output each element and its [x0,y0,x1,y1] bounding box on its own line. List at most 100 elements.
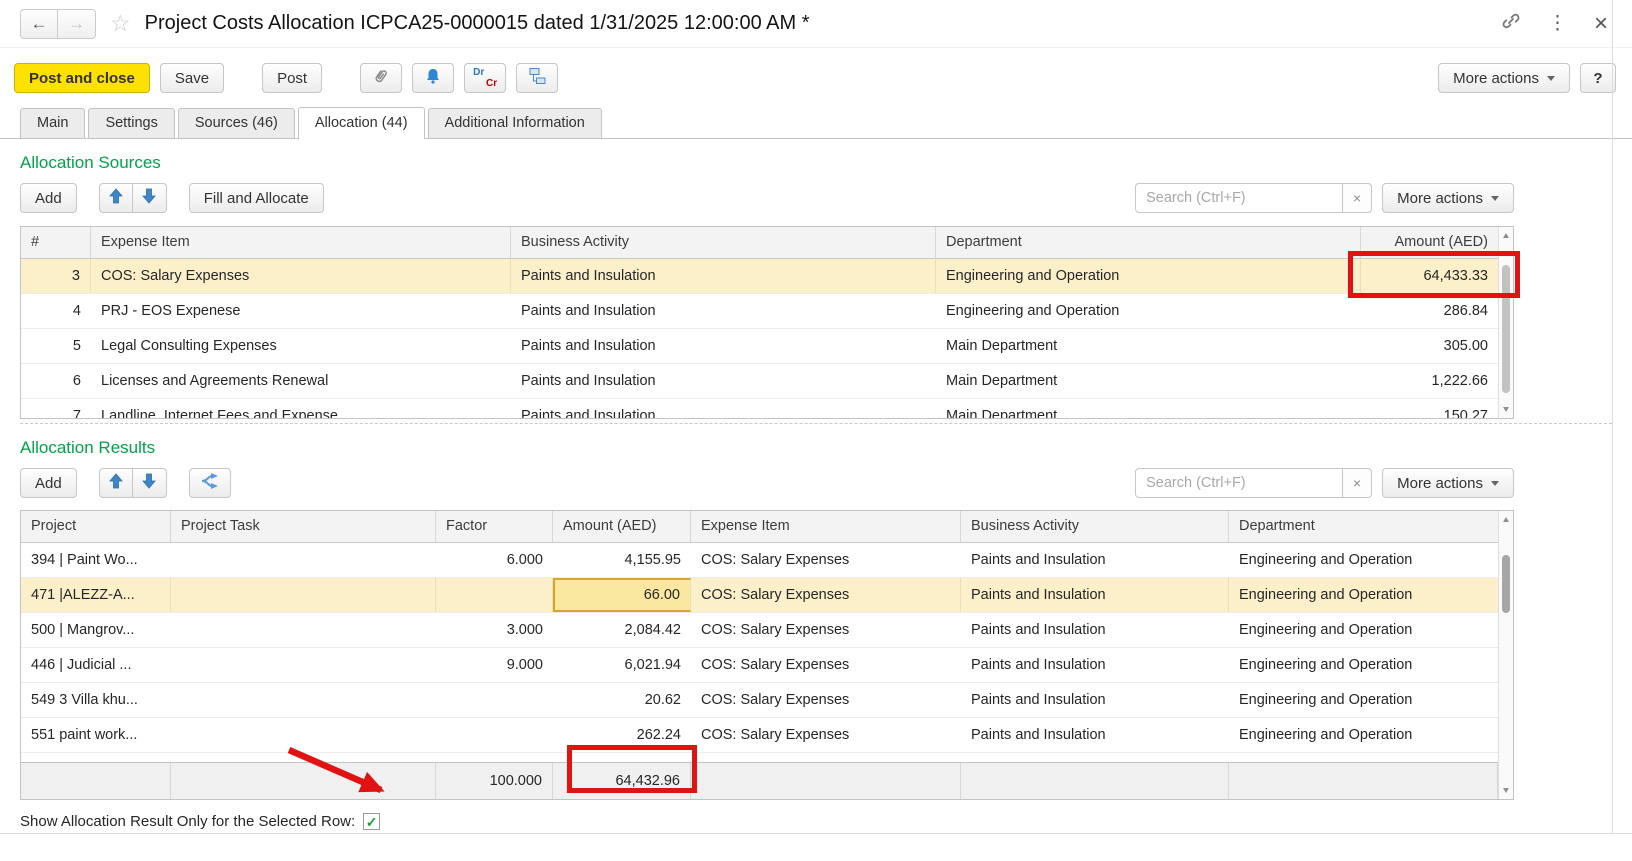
scroll-down-icon[interactable] [1503,407,1509,412]
cell-department[interactable]: Main Department [936,329,1361,363]
col-header-expense-item[interactable]: Expense Item [691,511,961,542]
cell-num[interactable]: 7 [21,399,91,419]
cell-project-task[interactable] [171,683,436,717]
fill-and-allocate-button[interactable]: Fill and Allocate [189,183,324,213]
cell-business-activity[interactable]: Paints and Insulation [961,543,1229,577]
post-button[interactable]: Post [262,63,322,93]
scrollbar-thumb[interactable] [1502,555,1510,613]
col-header-num[interactable]: # [21,227,91,258]
cell-expense-item[interactable]: COS: Salary Expenses [91,259,511,293]
col-header-expense-item[interactable]: Expense Item [91,227,511,258]
cell-business-activity[interactable]: Paints and Insulation [961,578,1229,612]
cell-expense-item[interactable]: COS: Salary Expenses [691,613,961,647]
results-move-up-button[interactable] [99,468,133,498]
cell-business-activity[interactable]: Paints and Insulation [511,399,936,419]
table-row[interactable]: 394 | Paint Wo... 6.000 4,155.95 COS: Sa… [21,543,1513,578]
cell-amount[interactable]: 305.00 [1361,329,1498,363]
cell-business-activity[interactable]: Paints and Insulation [961,613,1229,647]
cell-expense-item[interactable]: PRJ - EOS Expenese [91,294,511,328]
sources-move-down-button[interactable] [133,183,167,213]
table-row[interactable]: 7 Landline, Internet Fees and Expense Pa… [21,399,1513,419]
cell-business-activity[interactable]: Paints and Insulation [511,329,936,363]
cell-factor[interactable]: 3.000 [436,613,553,647]
cell-department[interactable]: Engineering and Operation [1229,648,1498,682]
cell-project[interactable]: 551 paint work... [21,718,171,752]
section-splitter[interactable] [20,423,1612,424]
cell-expense-item[interactable]: COS: Salary Expenses [691,683,961,717]
close-icon[interactable]: × [1594,12,1608,36]
cell-factor[interactable] [436,683,553,717]
table-row[interactable]: 549 3 Villa khu... 20.62 COS: Salary Exp… [21,683,1513,718]
post-and-close-button[interactable]: Post and close [14,63,150,93]
col-header-amount[interactable]: Amount (AED) [553,511,691,542]
scroll-down-icon[interactable] [1503,788,1509,793]
cell-factor[interactable]: 6.000 [436,543,553,577]
link-icon[interactable] [1501,11,1521,36]
col-header-project[interactable]: Project [21,511,171,542]
cell-amount[interactable]: 20.62 [553,683,691,717]
cell-amount[interactable]: 2,084.42 [553,613,691,647]
cell-amount[interactable]: 1,222.66 [1361,364,1498,398]
allocate-button[interactable] [189,468,231,498]
col-header-amount[interactable]: Amount (AED) [1361,227,1498,258]
kebab-menu-icon[interactable]: ⋮ [1548,12,1567,35]
help-button[interactable]: ? [1580,63,1616,93]
cell-department[interactable]: Main Department [936,399,1361,419]
col-header-department[interactable]: Department [1229,511,1498,542]
cell-expense-item[interactable]: Landline, Internet Fees and Expense [91,399,511,419]
cell-project-task[interactable] [171,578,436,612]
cell-department[interactable]: Engineering and Operation [1229,683,1498,717]
sources-search-clear-button[interactable]: × [1342,183,1372,213]
sources-move-up-button[interactable] [99,183,133,213]
cell-num[interactable]: 5 [21,329,91,363]
cell-project[interactable]: 446 | Judicial ... [21,648,171,682]
sources-more-actions-button[interactable]: More actions [1382,183,1514,213]
cell-project-task[interactable] [171,543,436,577]
sources-search-input[interactable] [1135,183,1343,213]
table-row[interactable]: 446 | Judicial ... 9.000 6,021.94 COS: S… [21,648,1513,683]
cell-factor[interactable] [436,578,553,612]
col-header-business-activity[interactable]: Business Activity [511,227,936,258]
tab-additional-information[interactable]: Additional Information [428,108,602,138]
favorite-star-icon[interactable]: ☆ [110,10,131,37]
cell-expense-item[interactable]: COS: Salary Expenses [691,718,961,752]
cell-department[interactable]: Engineering and Operation [1229,543,1498,577]
cell-department[interactable]: Engineering and Operation [936,294,1361,328]
cell-expense-item[interactable]: COS: Salary Expenses [691,543,961,577]
cell-business-activity[interactable]: Paints and Insulation [961,648,1229,682]
cell-amount[interactable]: 262.24 [553,718,691,752]
cell-project-task[interactable] [171,613,436,647]
cell-expense-item[interactable]: Licenses and Agreements Renewal [91,364,511,398]
table-row[interactable]: 551 paint work... 262.24 COS: Salary Exp… [21,718,1513,753]
cell-business-activity[interactable]: Paints and Insulation [961,683,1229,717]
cell-department[interactable]: Engineering and Operation [936,259,1361,293]
cell-amount[interactable]: 150.27 [1361,399,1498,419]
cell-project-task[interactable] [171,648,436,682]
save-button[interactable]: Save [160,63,224,93]
cell-expense-item[interactable]: COS: Salary Expenses [691,648,961,682]
sources-vertical-scrollbar[interactable] [1498,227,1513,418]
table-row[interactable]: 6 Licenses and Agreements Renewal Paints… [21,364,1513,399]
tab-main[interactable]: Main [20,108,85,138]
col-header-factor[interactable]: Factor [436,511,553,542]
cell-factor[interactable]: 9.000 [436,648,553,682]
cell-project[interactable]: 394 | Paint Wo... [21,543,171,577]
scroll-up-icon[interactable] [1503,517,1509,522]
col-header-department[interactable]: Department [936,227,1361,258]
cell-amount[interactable]: 286.84 [1361,294,1498,328]
sources-add-button[interactable]: Add [20,183,77,213]
back-button[interactable]: ← [20,9,58,39]
show-selected-row-checkbox[interactable]: ✓ [363,813,380,830]
results-search-clear-button[interactable]: × [1342,468,1372,498]
results-move-down-button[interactable] [133,468,167,498]
dr-cr-postings-button[interactable]: Dr Cr [464,63,506,93]
cell-business-activity[interactable]: Paints and Insulation [961,718,1229,752]
cell-amount[interactable]: 4,155.95 [553,543,691,577]
cell-project[interactable]: 549 3 Villa khu... [21,683,171,717]
cell-department[interactable]: Engineering and Operation [1229,613,1498,647]
cell-department[interactable]: Engineering and Operation [1229,578,1498,612]
cell-business-activity[interactable]: Paints and Insulation [511,294,936,328]
cell-num[interactable]: 6 [21,364,91,398]
table-row[interactable]: 4 PRJ - EOS Expenese Paints and Insulati… [21,294,1513,329]
results-more-actions-button[interactable]: More actions [1382,468,1514,498]
